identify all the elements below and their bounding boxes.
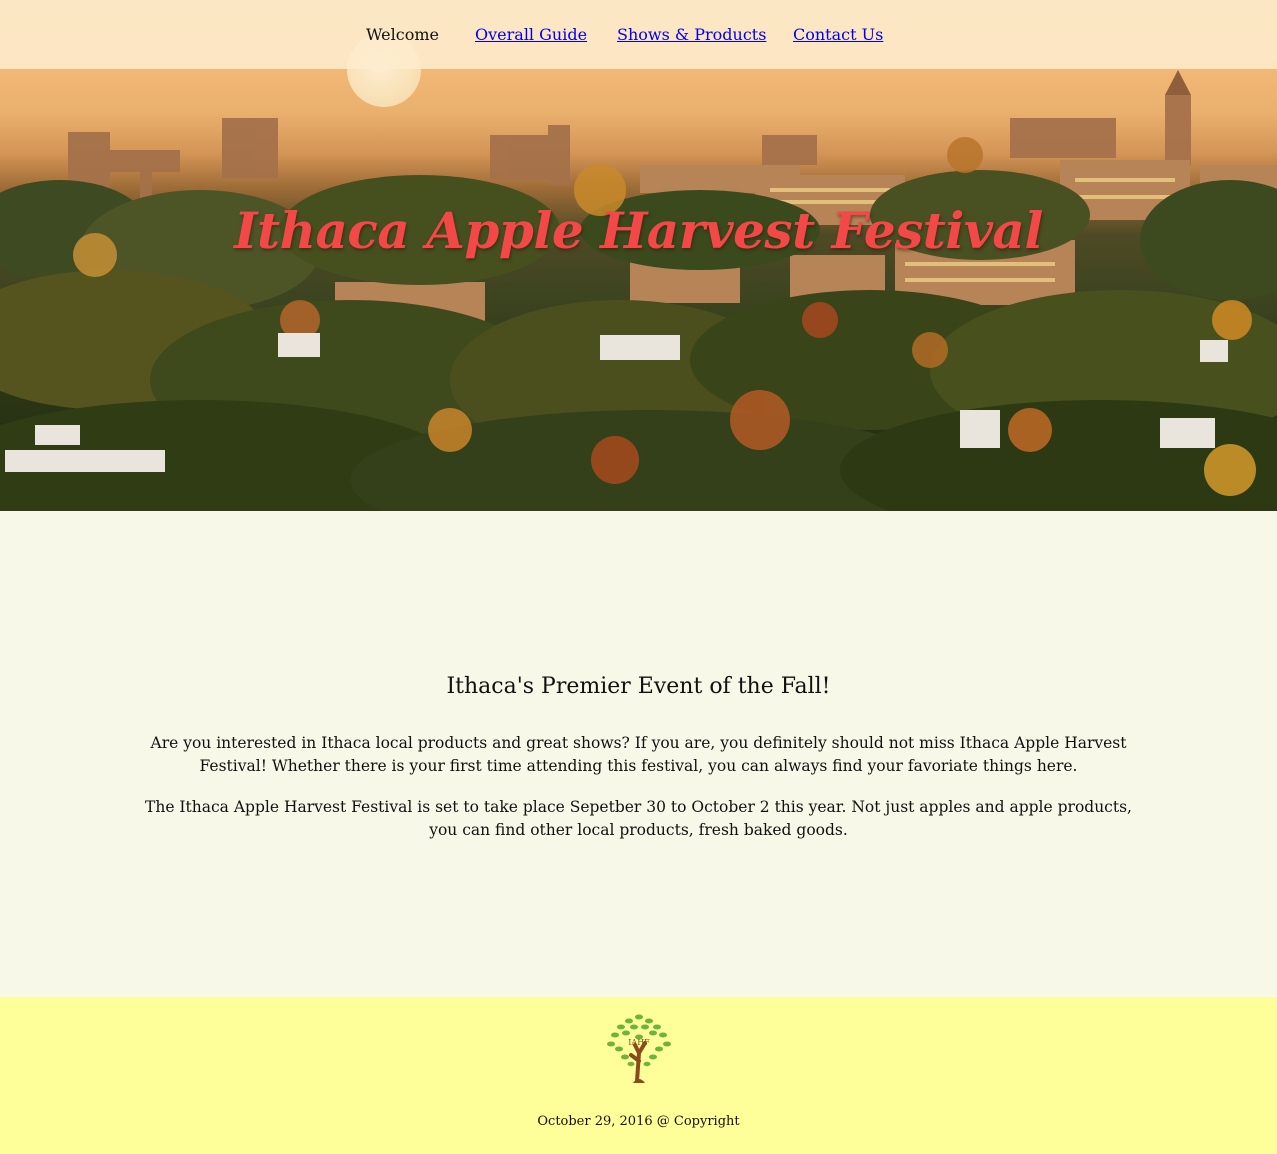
main-heading: Ithaca's Premier Event of the Fall! (446, 674, 831, 699)
nav-link-overall-guide[interactable]: Overall Guide (475, 24, 587, 46)
top-navigation: Welcome Overall Guide Shows & Products C… (0, 0, 1277, 69)
main-content: Ithaca's Premier Event of the Fall! Are … (0, 511, 1277, 997)
site-title: Ithaca Apple Harvest Festival (0, 196, 1177, 266)
nav-link-contact-us[interactable]: Contact Us (793, 24, 883, 46)
dates-paragraph: The Ithaca Apple Harvest Festival is set… (145, 798, 1132, 839)
logo-text: IAHF (628, 1038, 650, 1047)
nav-link-shows-products[interactable]: Shows & Products (617, 24, 766, 46)
copyright-text: October 29, 2016 @ Copyright (537, 1114, 740, 1129)
nav-item-welcome[interactable]: Welcome (366, 24, 439, 46)
site-title-text: Ithaca Apple Harvest Festival (234, 201, 1043, 260)
iahf-tree-logo: IAHF (607, 1014, 671, 1083)
footer: IAHF October 29, 2016 @ Copyright (0, 997, 1277, 1154)
intro-paragraph: Are you interested in Ithaca local produ… (150, 734, 1127, 775)
